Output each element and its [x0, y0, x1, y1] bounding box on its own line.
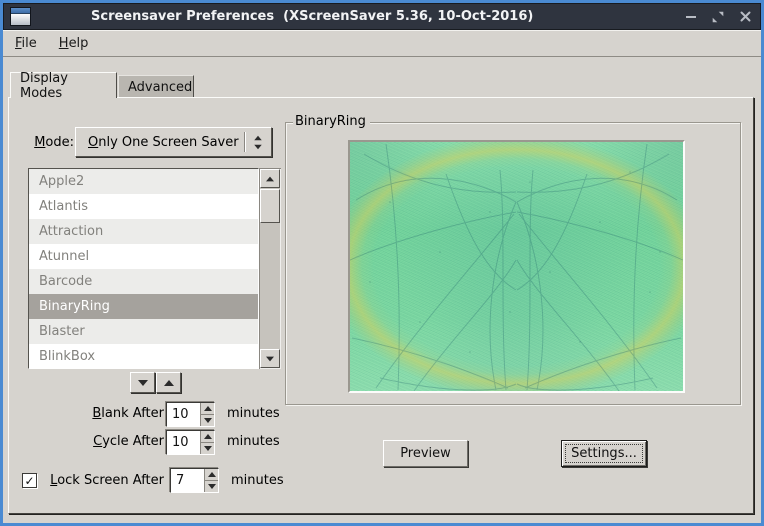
- titlebar: Screensaver Preferences (XScreenSaver 5.…: [3, 3, 761, 30]
- select-previous-button[interactable]: [156, 372, 181, 393]
- lock-screen-after-spinbox: [170, 468, 219, 493]
- cycle-after-increment-button[interactable]: [201, 431, 214, 443]
- scroll-up-icon: [266, 176, 274, 181]
- window-controls: [683, 3, 753, 30]
- cycle-after-decrement-button[interactable]: [201, 443, 214, 454]
- screensaver-preview: [350, 142, 683, 391]
- close-button[interactable]: [737, 9, 753, 25]
- saver-list-item[interactable]: Atunnel: [29, 244, 258, 269]
- decrement-icon: [204, 418, 212, 423]
- display-modes-panel: Mode: Only One Screen Saver Apple2Atlant…: [8, 97, 754, 514]
- lock-screen-after-input[interactable]: [171, 469, 204, 492]
- lock-screen-after-unit: minutes: [231, 473, 284, 488]
- saver-list-scrollbar[interactable]: [259, 168, 281, 369]
- up-arrow-icon: [164, 380, 174, 386]
- lock-screen-after-label: Lock Screen After: [39, 473, 164, 488]
- down-arrow-icon: [138, 380, 148, 386]
- menu-file[interactable]: File: [15, 36, 37, 51]
- check-icon: ✓: [24, 475, 34, 487]
- cycle-after-spinbox: [166, 430, 215, 455]
- settings-button[interactable]: Settings...: [561, 440, 647, 467]
- window-icon[interactable]: [10, 7, 31, 26]
- saver-list-item[interactable]: Apple2: [29, 169, 258, 194]
- lock-after-spin-buttons: [204, 469, 218, 492]
- saver-list: Apple2AtlantisAttractionAtunnelBarcodeBi…: [28, 168, 259, 369]
- blank-after-spinbox: [166, 402, 215, 427]
- tab-display-modes[interactable]: Display Modes: [10, 72, 117, 98]
- increment-icon: [208, 472, 216, 477]
- select-next-button[interactable]: [130, 372, 155, 393]
- cycle-after-spin-buttons: [200, 431, 214, 454]
- saver-list-item[interactable]: Attraction: [29, 219, 258, 244]
- blank-after-increment-button[interactable]: [201, 403, 214, 415]
- window-icon-body: [11, 14, 30, 25]
- restore-icon: [712, 11, 724, 23]
- scroll-down-button[interactable]: [260, 349, 280, 368]
- menubar: File Help: [3, 30, 761, 57]
- saver-list-item[interactable]: BlinkBox: [29, 344, 258, 369]
- blank-after-unit: minutes: [227, 406, 280, 421]
- blank-after-spin-buttons: [200, 403, 214, 426]
- minimize-button[interactable]: [683, 9, 699, 25]
- restore-button[interactable]: [710, 9, 726, 25]
- scrollbar-thumb[interactable]: [260, 189, 280, 223]
- cycle-after-label: Cycle After: [29, 434, 164, 449]
- decrement-icon: [204, 446, 212, 451]
- decrement-icon: [208, 484, 216, 489]
- blank-after-input[interactable]: [167, 403, 200, 426]
- mode-dropdown-value: Only One Screen Saver: [76, 135, 244, 150]
- preview-frame: [348, 140, 685, 393]
- saver-list-item[interactable]: Blaster: [29, 319, 258, 344]
- increment-icon: [204, 434, 212, 439]
- tab-advanced[interactable]: Advanced: [118, 75, 194, 98]
- cycle-after-unit: minutes: [227, 434, 280, 449]
- saver-list-item[interactable]: BinaryRing: [29, 294, 258, 319]
- combobox-separator: [244, 132, 246, 152]
- mode-label: Mode:: [19, 135, 74, 150]
- lock-screen-checkbox[interactable]: ✓: [22, 473, 37, 488]
- updown-arrows-icon: [253, 135, 263, 150]
- mode-dropdown[interactable]: Only One Screen Saver: [75, 127, 272, 157]
- lock-after-decrement-button[interactable]: [205, 481, 218, 492]
- preview-group-title: BinaryRing: [293, 114, 370, 129]
- close-icon: [740, 11, 751, 22]
- xscreensaver-window: Screensaver Preferences (XScreenSaver 5.…: [0, 0, 764, 526]
- binaryring-pattern-icon: [350, 142, 683, 391]
- cycle-after-input[interactable]: [167, 431, 200, 454]
- window-title: Screensaver Preferences (XScreenSaver 5.…: [91, 9, 533, 24]
- saver-list-item[interactable]: Atlantis: [29, 194, 258, 219]
- blank-after-label: Blank After: [29, 406, 164, 421]
- menu-help[interactable]: Help: [59, 36, 89, 51]
- minimize-icon: [686, 16, 696, 18]
- scroll-down-icon: [266, 356, 274, 361]
- blank-after-decrement-button[interactable]: [201, 415, 214, 426]
- lock-after-increment-button[interactable]: [205, 469, 218, 481]
- scroll-up-button[interactable]: [260, 169, 280, 188]
- increment-icon: [204, 406, 212, 411]
- saver-list-item[interactable]: Barcode: [29, 269, 258, 294]
- preview-button[interactable]: Preview: [383, 440, 468, 467]
